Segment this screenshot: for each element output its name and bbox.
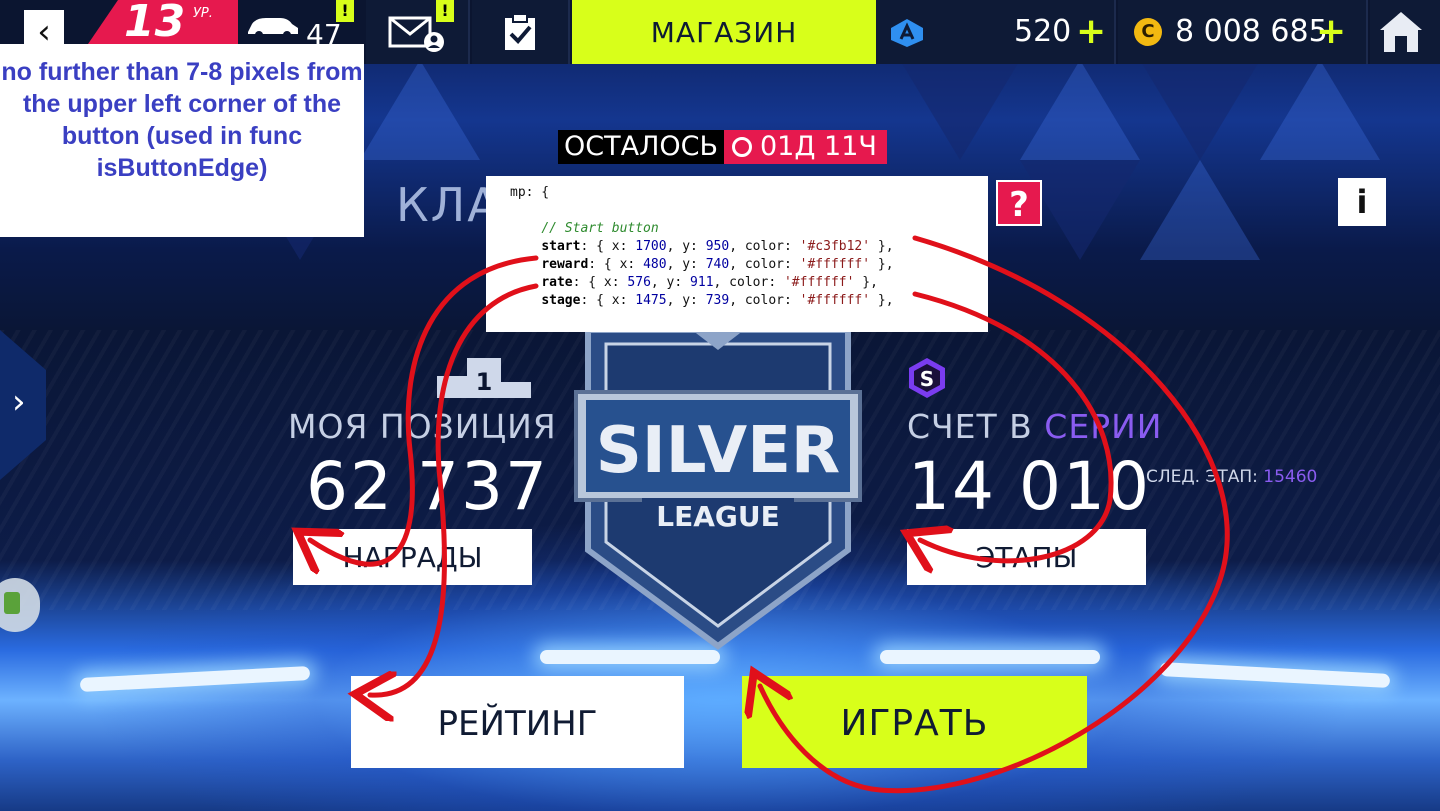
annotation-note: no further than 7-8 pixels from the uppe…: [0, 44, 364, 237]
tasks-button[interactable]: [472, 0, 570, 64]
tokens-value: 520: [1014, 14, 1072, 49]
tokens-panel[interactable]: 520 +: [876, 0, 1116, 64]
podium-number: 1: [476, 368, 493, 396]
mail-button[interactable]: !: [366, 0, 470, 64]
code-start-key: start: [541, 239, 581, 254]
series-icon: S: [909, 358, 945, 398]
rewards-button[interactable]: НАГРАДЫ: [293, 529, 532, 585]
play-button[interactable]: ИГРАТЬ: [742, 676, 1087, 768]
code-rate-x: 576: [627, 275, 651, 290]
chevron-right-icon: ›: [12, 382, 26, 422]
next-stage-label: СЛЕД. ЭТАП:: [1146, 467, 1264, 487]
code-stage-x: 1475: [635, 293, 667, 308]
code-rate-y: 911: [690, 275, 714, 290]
level-suffix: УР.: [193, 6, 213, 21]
code-reward-x: 480: [643, 257, 667, 272]
emblem-word: SILVER: [596, 414, 840, 488]
page-title: КЛА: [396, 178, 501, 232]
add-credits-button[interactable]: +: [1316, 14, 1346, 50]
series-score-label-a: СЧЕТ В: [907, 407, 1045, 446]
code-snippet: mp: { // Start button start: { x: 1700, …: [486, 176, 988, 332]
level-number: 13: [124, 0, 186, 47]
credits-panel[interactable]: C 8 008 685 +: [1118, 0, 1368, 64]
car-icon[interactable]: [244, 14, 300, 40]
level-badge[interactable]: 13 УР.: [88, 0, 238, 44]
stopwatch-icon: [732, 137, 752, 157]
code-reward-color: '#ffffff': [799, 257, 871, 272]
svg-text:S: S: [920, 367, 934, 391]
code-reward-y: 740: [705, 257, 730, 272]
next-stage: СЛЕД. ЭТАП: 15460: [1146, 467, 1317, 487]
code-stage-color: '#ffffff': [799, 293, 871, 308]
code-rate-color: '#ffffff': [783, 275, 855, 290]
add-tokens-button[interactable]: +: [1076, 14, 1106, 50]
time-remaining-label: ОСТАЛОСЬ: [558, 130, 724, 164]
podium-icon: 1: [437, 358, 531, 398]
rating-button[interactable]: РЕЙТИНГ: [351, 676, 684, 768]
series-score-value: 14 010: [908, 448, 1151, 525]
emblem-sub: LEAGUE: [656, 500, 779, 533]
code-rate-key: rate: [541, 275, 573, 290]
time-remaining: ОСТАЛОСЬ 01Д 11Ч: [558, 130, 887, 164]
info-button[interactable]: i: [1338, 178, 1386, 226]
time-remaining-value-box: 01Д 11Ч: [724, 130, 887, 164]
cars-alert-icon: !: [336, 0, 354, 22]
series-score-label: СЧЕТ В СЕРИИ: [907, 407, 1162, 446]
credits-value: 8 008 685: [1175, 14, 1328, 49]
code-stage-key: stage: [541, 293, 581, 308]
home-icon: [1380, 12, 1422, 52]
code-start-x: 1700: [635, 239, 667, 254]
next-stage-value: 15460: [1263, 467, 1318, 487]
code-reward-key: reward: [541, 257, 589, 272]
code-start-y: 950: [705, 239, 730, 254]
my-position-value: 62 737: [306, 448, 549, 525]
my-position-label: МОЯ ПОЗИЦИЯ: [288, 407, 557, 446]
code-comment: // Start button: [541, 221, 659, 236]
shop-tab[interactable]: МАГАЗИН: [572, 0, 876, 64]
code-start-color: '#c3fb12': [799, 239, 871, 254]
mail-alert-icon: !: [436, 0, 454, 22]
stages-button[interactable]: ЭТАПЫ: [907, 529, 1146, 585]
code-line-1: mp: {: [510, 185, 550, 200]
silver-league-emblem: SILVER LEAGUE: [574, 327, 862, 650]
token-icon: [891, 19, 923, 47]
home-button[interactable]: [1370, 0, 1440, 64]
help-button[interactable]: ?: [996, 180, 1042, 226]
coin-icon: C: [1134, 18, 1162, 46]
code-stage-y: 739: [705, 293, 730, 308]
clipboard-icon: [505, 13, 535, 50]
series-score-label-b: СЕРИИ: [1044, 407, 1163, 446]
time-remaining-value: 01Д 11Ч: [760, 131, 877, 162]
